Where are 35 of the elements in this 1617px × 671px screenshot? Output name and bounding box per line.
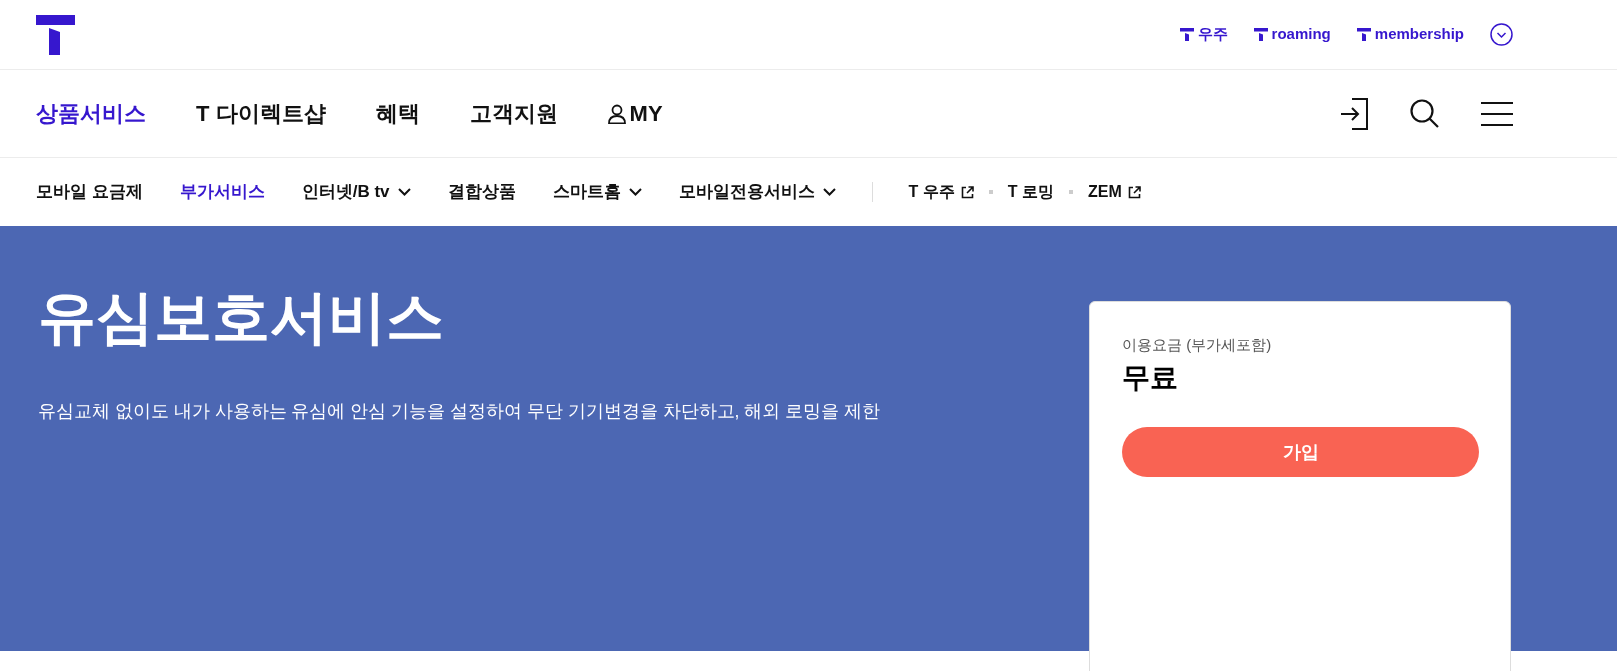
person-icon (607, 103, 626, 124)
chevron-down-icon (397, 188, 411, 196)
t-logo[interactable] (36, 14, 75, 55)
price-label: 이용요금 (부가세포함) (1122, 335, 1273, 355)
main-nav-item[interactable]: 상품서비스 (36, 97, 146, 130)
main-nav-item[interactable]: 혜택 (375, 97, 420, 130)
sub-nav-item[interactable]: 모바일 요금제 (36, 179, 143, 205)
price-value: 무료 (1122, 360, 1179, 395)
quick-link[interactable]: T 우주 (908, 180, 974, 204)
sub-nav-item[interactable]: 결합상품 (447, 179, 516, 205)
quick-link[interactable]: T 로밍 (1007, 180, 1054, 204)
chevron-down-icon (628, 188, 642, 196)
hero-description: 유심교체 없이도 내가 사용하는 유심에 안심 기능을 설정하여 무단 기기변경을 차단하고, 해외 로밍을 제한 (38, 399, 881, 423)
t-logo-icon (1356, 28, 1371, 41)
external-link-icon (1127, 185, 1141, 199)
top-link[interactable]: membership (1356, 23, 1464, 46)
external-link-icon (960, 185, 974, 199)
chevron-circle-icon[interactable] (1490, 23, 1513, 46)
menu-icon[interactable] (1481, 101, 1513, 126)
main-nav-item[interactable]: 고객지원 (469, 97, 558, 130)
sub-nav-item[interactable]: 부가서비스 (179, 179, 265, 205)
quick-link[interactable]: ZEM (1088, 180, 1141, 204)
hero-title: 유심보호서비스 (38, 283, 444, 351)
login-icon[interactable] (1340, 97, 1368, 130)
t-logo-icon (1179, 28, 1194, 41)
sub-nav-item[interactable]: 인터넷/B tv (301, 179, 411, 205)
main-nav-item[interactable]: MY (607, 97, 663, 130)
t-logo-icon (1253, 28, 1268, 41)
main-nav-item[interactable]: T 다이렉트샵 (196, 97, 326, 130)
top-link[interactable]: roaming (1253, 23, 1331, 46)
sub-nav-item[interactable]: 스마트홈 (552, 179, 642, 205)
search-icon[interactable] (1410, 99, 1439, 128)
chevron-down-icon (822, 188, 836, 196)
top-link[interactable]: 우주 (1179, 23, 1228, 46)
sub-nav-item[interactable]: 모바일전용서비스 (678, 179, 836, 205)
